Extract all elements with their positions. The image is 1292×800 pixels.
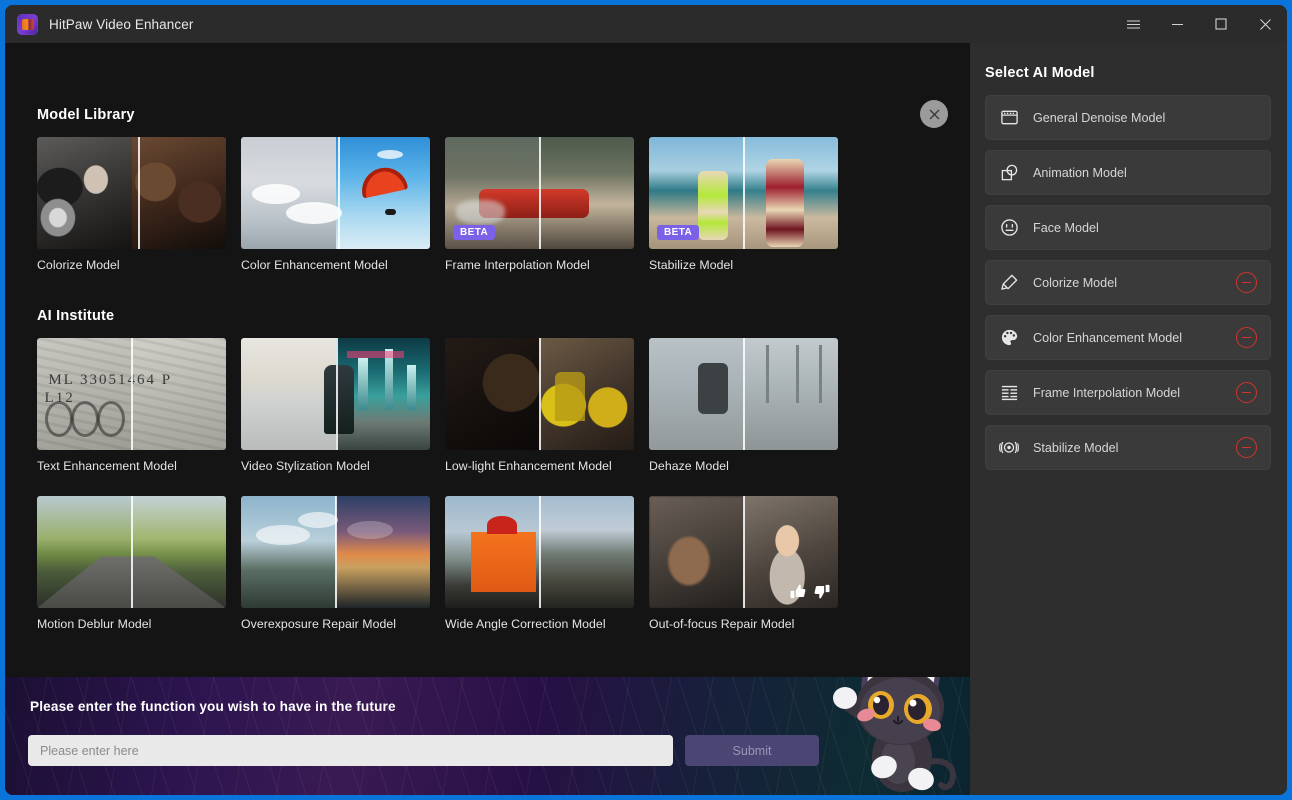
face-smiley-icon bbox=[998, 217, 1020, 239]
minus-circle-icon[interactable] bbox=[1236, 272, 1257, 293]
model-card-label: Dehaze Model bbox=[649, 459, 838, 473]
window-controls bbox=[1111, 5, 1287, 43]
sidebar-item-label: General Denoise Model bbox=[1033, 111, 1165, 125]
select-ai-model-sidebar: Select AI Model General Denoise Model bbox=[970, 43, 1287, 795]
sidebar-item-label: Face Model bbox=[1033, 221, 1099, 235]
hitpaw-logo-icon bbox=[17, 14, 38, 35]
close-icon[interactable] bbox=[1243, 5, 1287, 43]
sidebar-item-label: Colorize Model bbox=[1033, 276, 1117, 290]
submit-button[interactable]: Submit bbox=[685, 735, 819, 766]
model-card[interactable]: Wide Angle Correction Model bbox=[445, 496, 634, 631]
sidebar-item-animation[interactable]: Animation Model bbox=[985, 150, 1271, 195]
section-title: Model Library bbox=[5, 107, 970, 123]
sidebar-item-label: Color Enhancement Model bbox=[1033, 331, 1182, 345]
sidebar-item-label: Animation Model bbox=[1033, 166, 1127, 180]
feedback-title: Please enter the function you wish to ha… bbox=[30, 699, 396, 714]
model-thumbnail bbox=[241, 137, 430, 249]
model-thumbnail bbox=[241, 496, 430, 608]
ai-institute-grid-row2: Motion Deblur Model Overexposure Repair … bbox=[5, 496, 970, 631]
model-card[interactable]: Video Stylization Model bbox=[241, 338, 430, 473]
hamburger-icon[interactable] bbox=[1111, 5, 1155, 43]
sidebar-title: Select AI Model bbox=[970, 43, 1287, 81]
window-body: Model Library Colorize Model bbox=[5, 43, 1287, 795]
stabilize-aperture-icon bbox=[998, 437, 1020, 459]
sidebar-item-general-denoise[interactable]: General Denoise Model bbox=[985, 95, 1271, 140]
animation-shapes-icon bbox=[998, 162, 1020, 184]
model-card-label: Wide Angle Correction Model bbox=[445, 617, 634, 631]
beta-badge: BETA bbox=[657, 225, 699, 240]
palette-icon bbox=[998, 327, 1020, 349]
model-card[interactable]: Colorize Model bbox=[37, 137, 226, 272]
ai-institute-grid-row1: ML 33051464 P L12 Text Enhancement Model bbox=[5, 338, 970, 473]
model-card[interactable]: Overexposure Repair Model bbox=[241, 496, 430, 631]
model-card-label: Frame Interpolation Model bbox=[445, 258, 634, 272]
thumbs-up-icon[interactable] bbox=[790, 583, 807, 600]
model-thumbnail bbox=[649, 496, 838, 608]
feedback-input[interactable] bbox=[28, 735, 673, 766]
model-thumbnail bbox=[241, 338, 430, 450]
model-library-grid: Colorize Model bbox=[5, 137, 970, 272]
model-card-label: Stabilize Model bbox=[649, 258, 838, 272]
model-thumbnail bbox=[649, 338, 838, 450]
maximize-icon[interactable] bbox=[1199, 5, 1243, 43]
sidebar-item-colorize[interactable]: Colorize Model bbox=[985, 260, 1271, 305]
model-card[interactable]: BETA Stabilize Model bbox=[649, 137, 838, 272]
model-card-label: Low-light Enhancement Model bbox=[445, 459, 634, 473]
sidebar-item-color-enhancement[interactable]: Color Enhancement Model bbox=[985, 315, 1271, 360]
model-card[interactable]: BETA Frame Interpolation Model bbox=[445, 137, 634, 272]
minus-circle-icon[interactable] bbox=[1236, 327, 1257, 348]
model-card-label: Motion Deblur Model bbox=[37, 617, 226, 631]
model-thumbnail: BETA bbox=[649, 137, 838, 249]
model-card[interactable]: Low-light Enhancement Model bbox=[445, 338, 634, 473]
colorize-brush-icon bbox=[998, 272, 1020, 294]
sidebar-item-label: Frame Interpolation Model bbox=[1033, 386, 1180, 400]
denoise-frame-icon bbox=[998, 107, 1020, 129]
model-card-label: Overexposure Repair Model bbox=[241, 617, 430, 631]
section-ai-institute: AI Institute ML 33051464 P L12 bbox=[5, 272, 970, 631]
app-window: HitPaw Video Enhancer bbox=[5, 5, 1287, 795]
rating-controls bbox=[790, 583, 830, 600]
model-card[interactable]: Color Enhancement Model bbox=[241, 137, 430, 272]
minus-circle-icon[interactable] bbox=[1236, 382, 1257, 403]
model-card-label: Video Stylization Model bbox=[241, 459, 430, 473]
model-card[interactable]: Out-of-focus Repair Model bbox=[649, 496, 838, 631]
section-title: AI Institute bbox=[5, 308, 970, 324]
model-thumbnail bbox=[37, 496, 226, 608]
model-card-label: Out-of-focus Repair Model bbox=[649, 617, 838, 631]
selected-model-list: General Denoise Model Animation Model bbox=[970, 95, 1287, 470]
model-card[interactable]: Motion Deblur Model bbox=[37, 496, 226, 631]
title-bar: HitPaw Video Enhancer bbox=[5, 5, 1287, 43]
thumbs-down-icon[interactable] bbox=[813, 583, 830, 600]
model-card[interactable]: Dehaze Model bbox=[649, 338, 838, 473]
sidebar-item-label: Stabilize Model bbox=[1033, 441, 1118, 455]
model-card-label: Text Enhancement Model bbox=[37, 459, 226, 473]
model-card[interactable]: ML 33051464 P L12 Text Enhancement Model bbox=[37, 338, 226, 473]
app-title: HitPaw Video Enhancer bbox=[49, 17, 193, 32]
sidebar-item-face[interactable]: Face Model bbox=[985, 205, 1271, 250]
model-thumbnail: BETA bbox=[445, 137, 634, 249]
feedback-banner: Please enter the function you wish to ha… bbox=[5, 677, 970, 795]
cat-mascot-icon bbox=[828, 677, 964, 795]
model-card-label: Colorize Model bbox=[37, 258, 226, 272]
close-circle-icon[interactable] bbox=[920, 100, 948, 128]
model-sections: Model Library Colorize Model bbox=[5, 43, 970, 677]
model-thumbnail bbox=[445, 496, 634, 608]
sidebar-item-frame-interpolation[interactable]: Frame Interpolation Model bbox=[985, 370, 1271, 415]
minus-circle-icon[interactable] bbox=[1236, 437, 1257, 458]
model-thumbnail bbox=[445, 338, 634, 450]
sidebar-item-stabilize[interactable]: Stabilize Model bbox=[985, 425, 1271, 470]
frame-lines-icon bbox=[998, 382, 1020, 404]
model-thumbnail: ML 33051464 P L12 bbox=[37, 338, 226, 450]
section-model-library: Model Library Colorize Model bbox=[5, 43, 970, 272]
model-browser-panel: Model Library Colorize Model bbox=[5, 43, 970, 795]
model-card-label: Color Enhancement Model bbox=[241, 258, 430, 272]
minimize-icon[interactable] bbox=[1155, 5, 1199, 43]
model-thumbnail bbox=[37, 137, 226, 249]
beta-badge: BETA bbox=[453, 225, 495, 240]
